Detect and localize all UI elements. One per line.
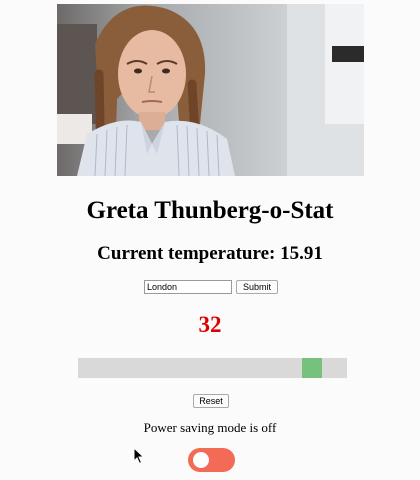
current-temperature: Current temperature: 15.91	[0, 242, 420, 266]
profile-photo	[57, 4, 364, 176]
counter-value: 32	[198, 312, 222, 337]
reset-button[interactable]: Reset	[193, 394, 229, 408]
power-saving-toggle[interactable]	[188, 448, 235, 472]
toggle-knob	[193, 452, 209, 468]
city-input[interactable]	[144, 280, 232, 294]
portrait-image	[57, 4, 364, 176]
mouse-pointer-icon	[133, 447, 145, 465]
submit-button[interactable]: Submit	[236, 280, 278, 294]
temperature-label: Current temperature:	[97, 243, 276, 264]
level-slider[interactable]	[78, 358, 347, 378]
power-saving-status: Power saving mode is off	[143, 420, 277, 435]
slider-thumb[interactable]	[302, 358, 322, 378]
page-title: Greta Thunberg-o-Stat	[86, 197, 334, 224]
temperature-value: 15.91	[280, 243, 323, 264]
